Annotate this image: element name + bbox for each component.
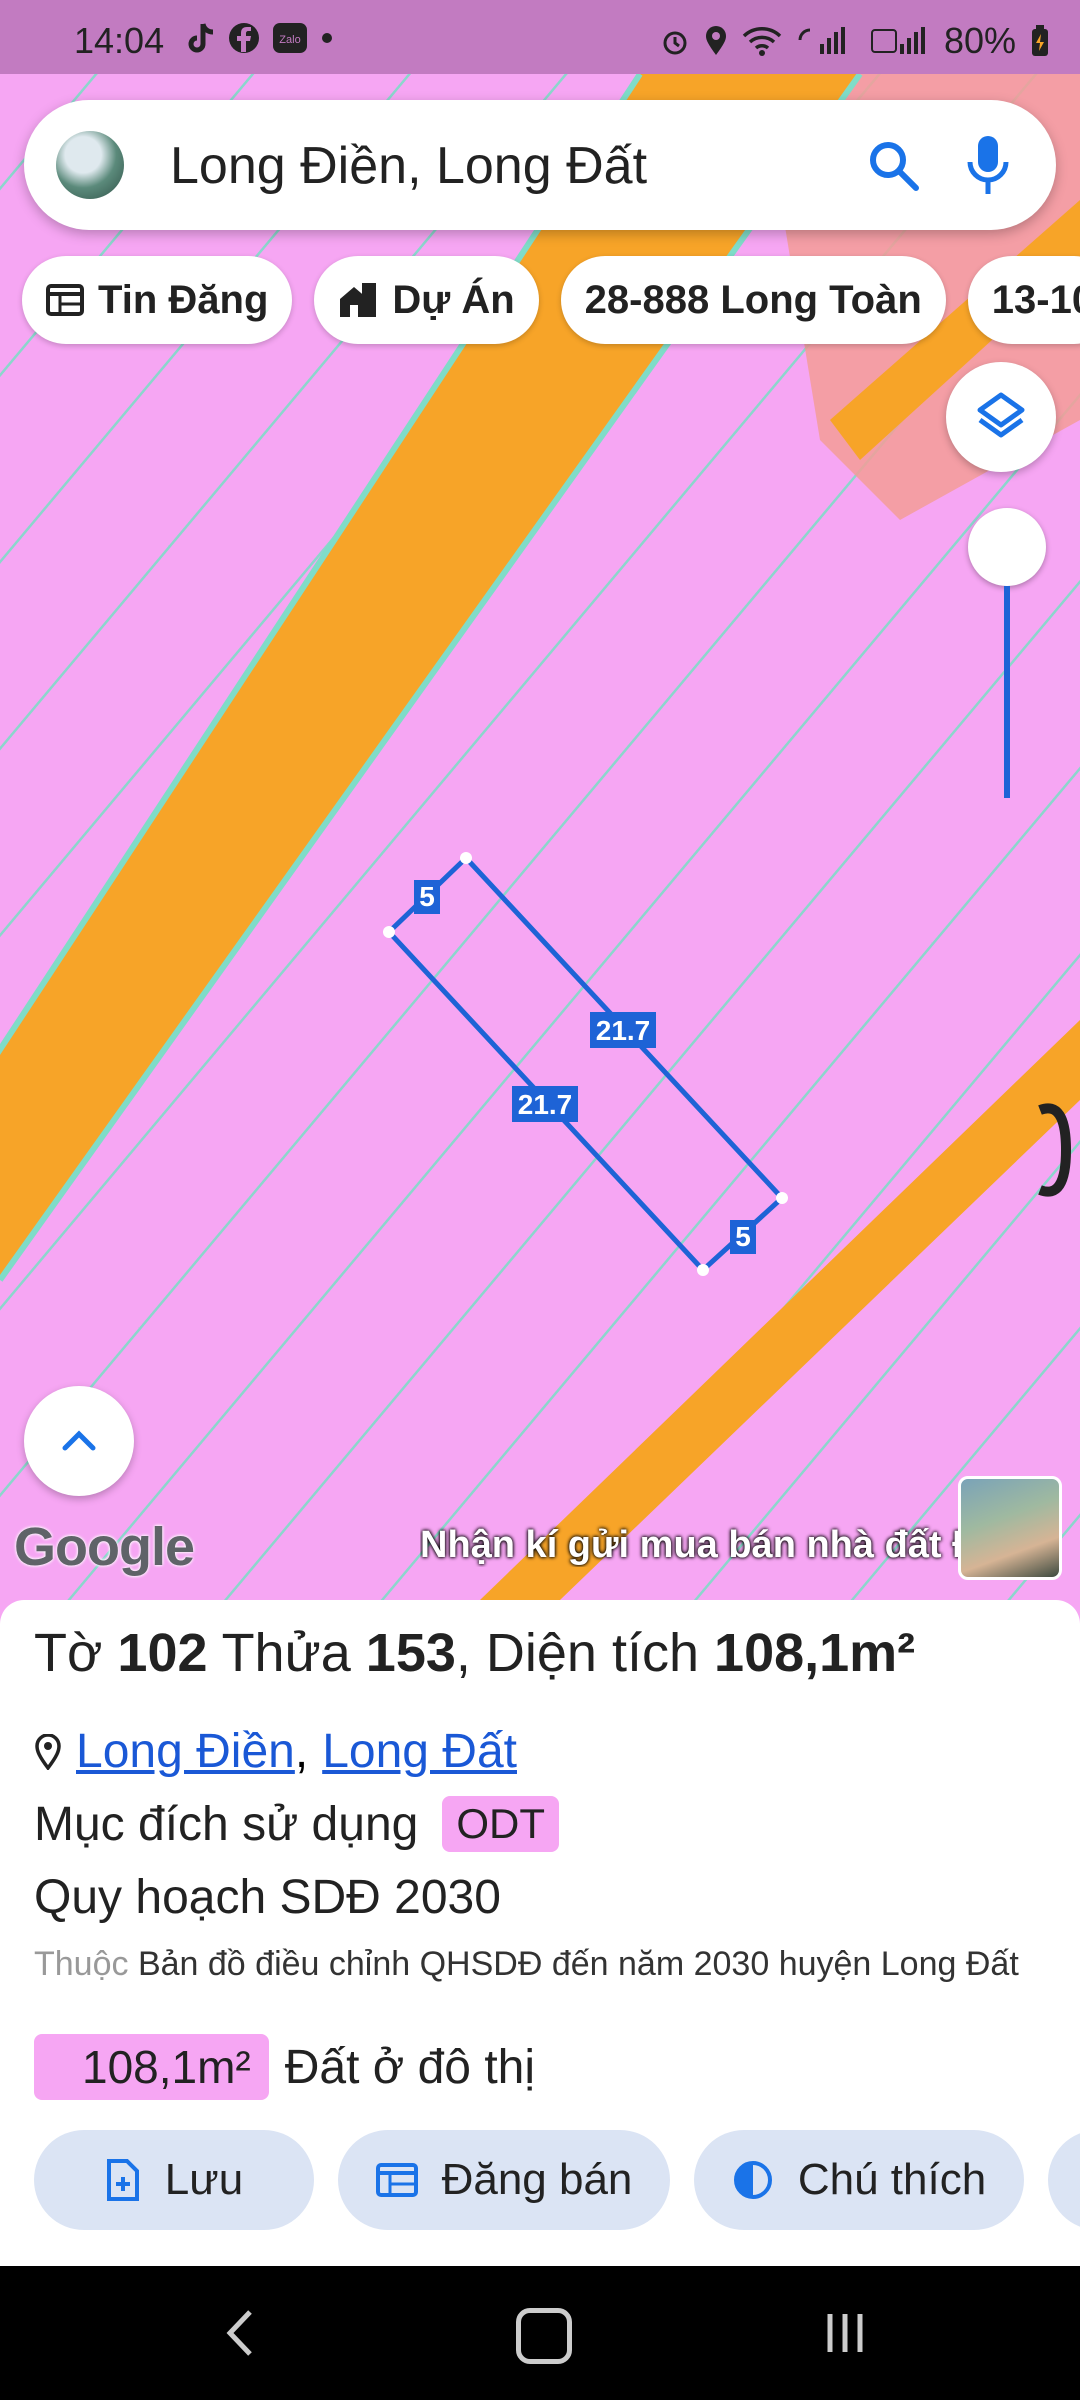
parcel-label: Thửa bbox=[221, 1623, 351, 1683]
chip-du-an[interactable]: Dự Án bbox=[314, 256, 539, 344]
plan-note: Thuộc Bản đồ điều chỉnh QHSDĐ đến năm 20… bbox=[34, 1938, 1044, 1990]
land-use-badge: ODT bbox=[442, 1796, 559, 1852]
search-input[interactable]: Long Điền, Long Đất bbox=[170, 136, 647, 196]
sheet-label: Tờ bbox=[34, 1623, 103, 1683]
area-value: 108,1m² bbox=[714, 1623, 916, 1683]
opacity-slider-track[interactable] bbox=[1004, 586, 1010, 798]
volte-icon bbox=[870, 27, 925, 54]
chevron-up-icon bbox=[62, 1430, 96, 1451]
search-bar[interactable]: Long Điền, Long Đất bbox=[24, 100, 1056, 230]
wifi-icon bbox=[742, 27, 782, 56]
edge-label-short-top: 5 bbox=[419, 881, 435, 912]
edge-label-short-bottom: 5 bbox=[735, 1221, 751, 1252]
land-use-row: Mục đích sử dụng ODT bbox=[34, 1796, 559, 1852]
app-avatar[interactable] bbox=[56, 131, 124, 199]
zoning-area-row: 108,1m² Đất ở đô thị bbox=[34, 2034, 535, 2100]
chip-28-888-long-toan[interactable]: 28-888 Long Toàn bbox=[560, 256, 946, 344]
home-icon[interactable] bbox=[516, 2308, 572, 2364]
parcel-vertex bbox=[460, 852, 472, 864]
facebook-icon bbox=[229, 23, 259, 53]
land-use-label: Mục đích sử dụng bbox=[34, 1797, 419, 1851]
battery-icon bbox=[1032, 25, 1048, 56]
project-icon bbox=[340, 283, 377, 317]
zoning-area-badge: 108,1m² bbox=[34, 2034, 269, 2100]
chip-tin-dang[interactable]: Tin Đăng bbox=[22, 256, 293, 344]
filter-chips: Tin Đăng Dự Án 28-888 Long Toàn 13-10 bbox=[22, 256, 1080, 344]
note-prefix: Thuộc bbox=[34, 1945, 129, 1983]
search-icon[interactable] bbox=[866, 138, 920, 192]
legend-icon bbox=[733, 2161, 772, 2199]
profile-thumbnail[interactable] bbox=[958, 1476, 1062, 1580]
post-sale-label: Đăng bán bbox=[441, 2155, 633, 2204]
zalo-label: Zalo bbox=[279, 34, 300, 46]
chip-label: 13-10 bbox=[991, 277, 1080, 322]
zoning-area-desc: Đất ở đô thị bbox=[284, 2040, 536, 2094]
district-link[interactable]: Long Điền bbox=[76, 1724, 295, 1779]
google-logo: Google bbox=[14, 1517, 195, 1577]
system-nav-bar bbox=[0, 2266, 1080, 2400]
edge-label-long-left: 21.7 bbox=[518, 1089, 573, 1120]
save-icon bbox=[106, 2159, 139, 2201]
parcel-vertex bbox=[383, 926, 395, 938]
plan-title: Quy hoạch SDĐ 2030 bbox=[34, 1871, 501, 1924]
chip-13-10[interactable]: 13-10 bbox=[967, 256, 1080, 344]
area-label: Diện tích bbox=[485, 1623, 700, 1683]
battery-percent: 80% bbox=[943, 20, 1016, 61]
opacity-slider-handle[interactable] bbox=[968, 508, 1046, 586]
more-actions-button[interactable] bbox=[1048, 2130, 1080, 2230]
recent-apps-icon[interactable] bbox=[822, 2310, 868, 2356]
video-watermark: Nhận kí gửi mua bán nhà đất Đất Đỏ bbox=[420, 1524, 980, 1566]
edge-label-long-right: 21.7 bbox=[596, 1015, 651, 1046]
parcel-vertex bbox=[697, 1264, 709, 1276]
microphone-icon[interactable] bbox=[964, 134, 1012, 196]
sheet-number: 102 bbox=[117, 1623, 208, 1683]
parcel-number: 153 bbox=[365, 1623, 456, 1683]
parcel-vertex bbox=[776, 1192, 788, 1204]
zalo-icon: Zalo bbox=[273, 23, 307, 53]
save-label: Lưu bbox=[164, 2155, 244, 2204]
save-button[interactable]: Lưu bbox=[34, 2130, 314, 2230]
chip-label: 28-888 Long Toàn bbox=[584, 277, 922, 322]
tiktok-icon bbox=[188, 23, 214, 53]
location-icon bbox=[705, 26, 726, 55]
chip-label: Dự Án bbox=[392, 277, 515, 322]
legend-label: Chú thích bbox=[797, 2155, 987, 2204]
parcel-title: Tờ 102 Thửa 153, Diện tích 108,1m² bbox=[34, 1623, 916, 1683]
status-time: 14:04 bbox=[74, 20, 165, 61]
post-sale-button[interactable]: Đăng bán bbox=[338, 2130, 670, 2230]
province-link[interactable]: Long Đất bbox=[322, 1724, 517, 1779]
signal-icon bbox=[798, 27, 845, 54]
layers-button[interactable] bbox=[946, 362, 1056, 472]
listing-icon bbox=[46, 284, 84, 316]
layers-icon bbox=[977, 392, 1025, 438]
alarm-icon bbox=[663, 31, 687, 55]
note-text: Bản đồ điều chỉnh QHSDĐ đến năm 2030 huy… bbox=[137, 1945, 1019, 1983]
notification-icons: Zalo bbox=[186, 22, 334, 56]
legend-button[interactable]: Chú thích bbox=[694, 2130, 1024, 2230]
back-icon[interactable] bbox=[220, 2306, 260, 2360]
post-sale-icon bbox=[375, 2163, 418, 2197]
parcel-info-sheet: Tờ 102 Thửa 153, Diện tích 108,1m² Long … bbox=[0, 1600, 1080, 2266]
status-bar: 14:04 Zalo 80% bbox=[0, 0, 1080, 74]
location-row: Long Điền, Long Đất bbox=[34, 1724, 517, 1779]
expand-up-button[interactable] bbox=[24, 1386, 134, 1496]
dot-icon bbox=[322, 33, 332, 43]
pin-icon bbox=[35, 1733, 61, 1770]
location-separator: , bbox=[294, 1725, 309, 1778]
chip-label: Tin Đăng bbox=[98, 277, 269, 322]
status-right: 80% bbox=[660, 20, 1050, 62]
action-buttons: Lưu Đăng bán Chú thích bbox=[34, 2130, 1080, 2230]
